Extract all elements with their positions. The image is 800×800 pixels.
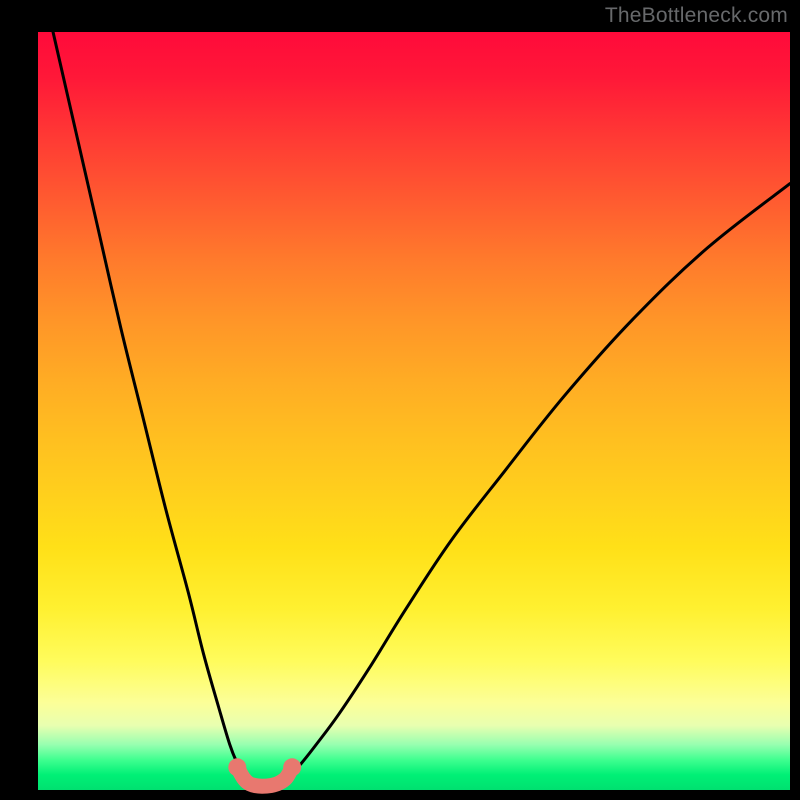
chart-frame: TheBottleneck.com (0, 0, 800, 800)
optimal-range-endpoint (283, 758, 301, 776)
curve-layer (0, 0, 800, 800)
bottleneck-curve (53, 32, 249, 780)
optimal-range-endpoint (228, 758, 246, 776)
bottleneck-curve (282, 184, 790, 781)
